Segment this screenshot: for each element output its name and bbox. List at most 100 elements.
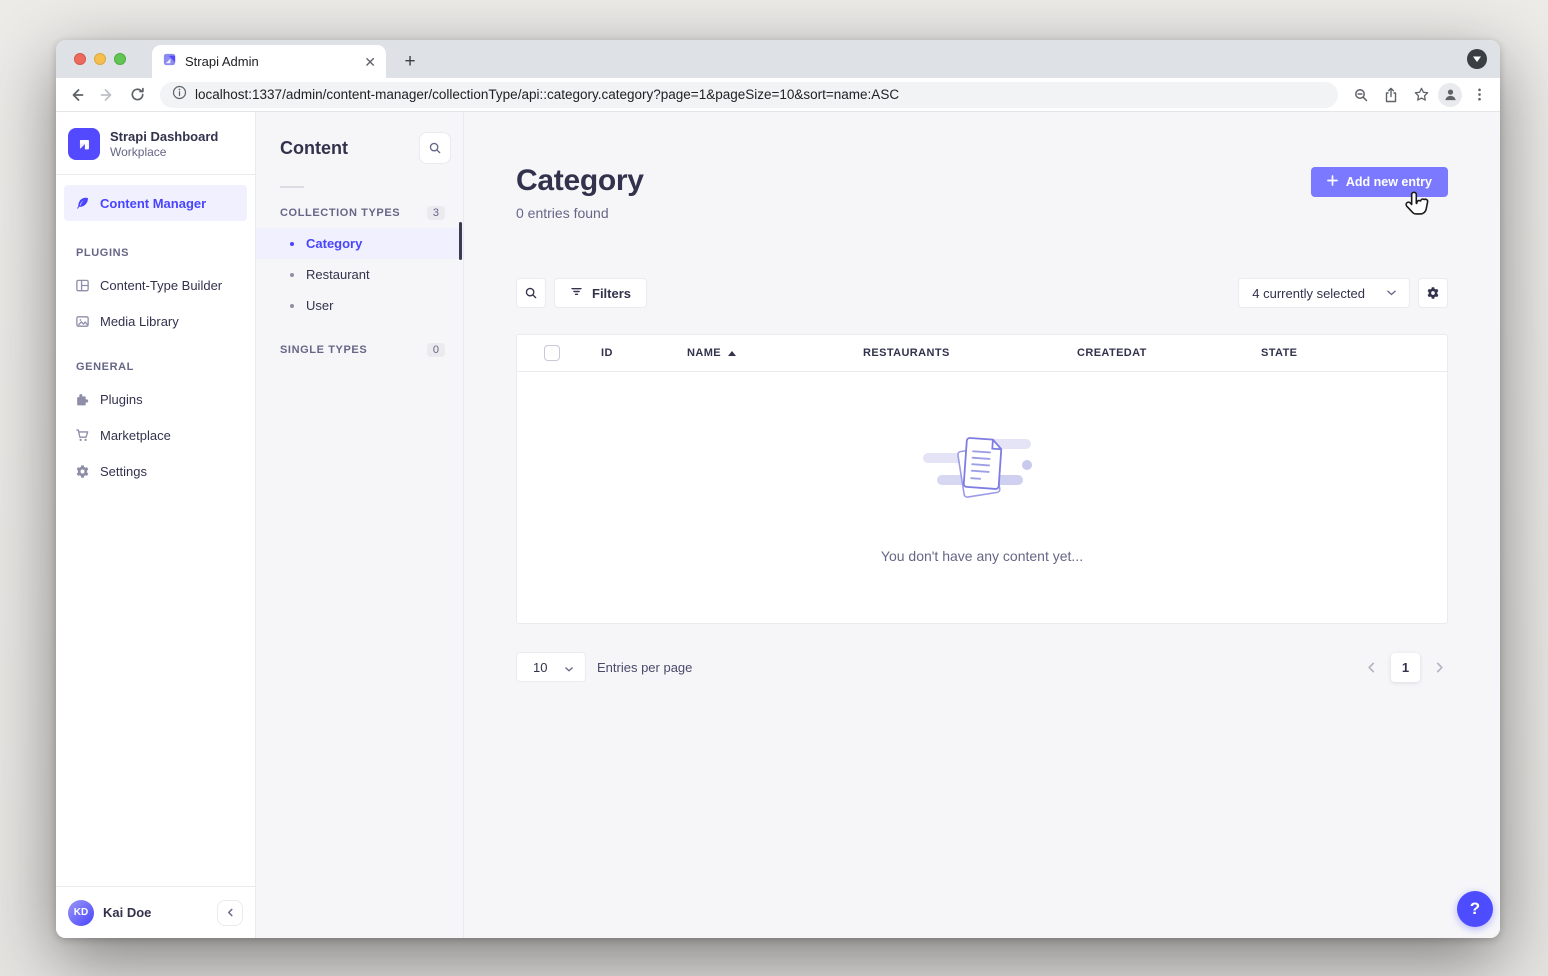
sidebar-item-label: Plugins [100,392,143,407]
url-text[interactable]: localhost:1337/admin/content-manager/col… [195,87,899,102]
sidebar-item-label: Content-Type Builder [100,278,222,293]
next-page-icon[interactable] [1432,658,1448,677]
chevron-down-icon [565,660,573,675]
sidebar-item-settings[interactable]: Settings [64,453,247,489]
strapi-app: Strapi Dashboard Workplace Content Manag… [56,112,1500,938]
column-header-createdat[interactable]: CREATEDAT [1077,347,1261,359]
pagination-bar: 10 Entries per page 1 [516,652,1448,682]
zoom-window-button[interactable] [114,53,126,65]
select-all-checkbox[interactable] [544,345,560,361]
column-header-id[interactable]: ID [601,347,687,359]
site-info-icon[interactable] [172,85,187,105]
subnav-item-restaurant[interactable]: Restaurant [256,259,463,290]
bookmark-star-icon[interactable] [1408,82,1434,108]
empty-state: You don't have any content yet... [517,372,1447,623]
cart-icon [74,427,90,443]
table-header-row: ID NAME RESTAURANTS CREATEDAT STATE [517,335,1447,372]
collection-types-label: COLLECTION TYPES [280,207,400,219]
bullet-icon [290,242,294,246]
sidebar-item-content-manager[interactable]: Content Manager [64,185,247,221]
page-size-dropdown[interactable]: 10 [516,652,586,682]
sidebar-item-marketplace[interactable]: Marketplace [64,417,247,453]
plus-icon [1327,175,1338,189]
subnav-item-category[interactable]: Category [256,228,463,259]
minimize-window-button[interactable] [94,53,106,65]
main-sidebar: Strapi Dashboard Workplace Content Manag… [56,112,256,938]
close-window-button[interactable] [74,53,86,65]
fields-selected-dropdown[interactable]: 4 currently selected [1238,278,1410,308]
subnav-title: Content [280,138,348,159]
entries-per-page-label: Entries per page [597,660,692,675]
sidebar-item-content-type-builder[interactable]: Content-Type Builder [64,267,247,303]
add-new-entry-label: Add new entry [1346,175,1432,189]
filter-icon [570,285,583,301]
collapse-sidebar-button[interactable] [217,900,243,926]
browser-tab[interactable]: Strapi Admin ✕ [152,45,386,78]
page-size-value: 10 [533,660,547,675]
user-name: Kai Doe [103,905,208,920]
sidebar-item-label: Marketplace [100,428,171,443]
zoom-page-icon[interactable] [1348,82,1374,108]
image-icon [74,313,90,329]
tab-close-icon[interactable]: ✕ [364,55,376,69]
main-content: Category 0 entries found Add new entry [464,112,1500,938]
content-subnav: Content COLLECTION TYPES 3 Category Rest… [256,112,464,938]
previous-page-icon[interactable] [1363,658,1379,677]
section-plugins-label: PLUGINS [56,225,255,267]
back-icon[interactable] [64,82,90,108]
sidebar-item-media-library[interactable]: Media Library [64,303,247,339]
bullet-icon [290,273,294,277]
table-settings-button[interactable] [1418,278,1448,308]
traffic-lights [74,53,126,65]
feather-pen-icon [74,195,90,211]
tab-title: Strapi Admin [185,54,356,69]
page-title: Category [516,164,644,198]
empty-documents-illustration [921,421,1043,522]
workspace-brand[interactable]: Strapi Dashboard Workplace [56,112,255,174]
share-icon[interactable] [1378,82,1404,108]
column-header-label: NAME [687,347,721,359]
browser-tabstrip: Strapi Admin ✕ + [56,40,1500,78]
sidebar-item-plugins[interactable]: Plugins [64,381,247,417]
help-button[interactable]: ? [1457,891,1493,927]
sidebar-footer: KD Kai Doe [56,886,255,938]
strapi-favicon-icon [162,52,177,72]
new-tab-button[interactable]: + [396,48,424,76]
column-header-state[interactable]: STATE [1261,347,1447,359]
sidebar-item-label: Media Library [100,314,179,329]
gear-icon [74,463,90,479]
browser-profile-avatar[interactable] [1438,83,1462,107]
subnav-search-button[interactable] [419,132,451,164]
filters-button[interactable]: Filters [554,278,647,308]
sidebar-divider [56,174,255,175]
subnav-scrollbar[interactable] [459,222,462,260]
url-bar[interactable]: localhost:1337/admin/content-manager/col… [160,82,1338,108]
brand-title: Strapi Dashboard [110,129,218,145]
subnav-item-label: User [306,298,333,313]
sidebar-item-label: Content Manager [100,196,206,211]
reload-icon[interactable] [124,82,150,108]
collection-types-count-badge: 3 [427,206,445,220]
brand-subtitle: Workplace [110,145,218,159]
table-search-button[interactable] [516,278,546,308]
user-avatar[interactable]: KD [68,900,94,926]
column-header-name[interactable]: NAME [687,347,863,359]
page-number-button[interactable]: 1 [1391,653,1420,682]
filters-label: Filters [592,286,631,301]
subnav-item-user[interactable]: User [256,290,463,321]
strapi-logo-icon [68,128,100,160]
forward-icon[interactable] [94,82,120,108]
record-indicator-icon[interactable] [1467,49,1487,69]
column-header-restaurants[interactable]: RESTAURANTS [863,347,1077,359]
add-new-entry-button[interactable]: Add new entry [1311,167,1448,197]
entries-table: ID NAME RESTAURANTS CREATEDAT STATE [516,334,1448,624]
single-types-count-badge: 0 [427,343,445,357]
empty-state-text: You don't have any content yet... [881,548,1083,564]
puzzle-icon [74,391,90,407]
fields-selected-value: 4 currently selected [1252,286,1365,301]
browser-menu-icon[interactable] [1466,82,1492,108]
sort-ascending-icon [728,351,736,356]
layout-grid-icon [74,277,90,293]
sidebar-item-label: Settings [100,464,147,479]
subnav-item-label: Category [306,236,362,251]
